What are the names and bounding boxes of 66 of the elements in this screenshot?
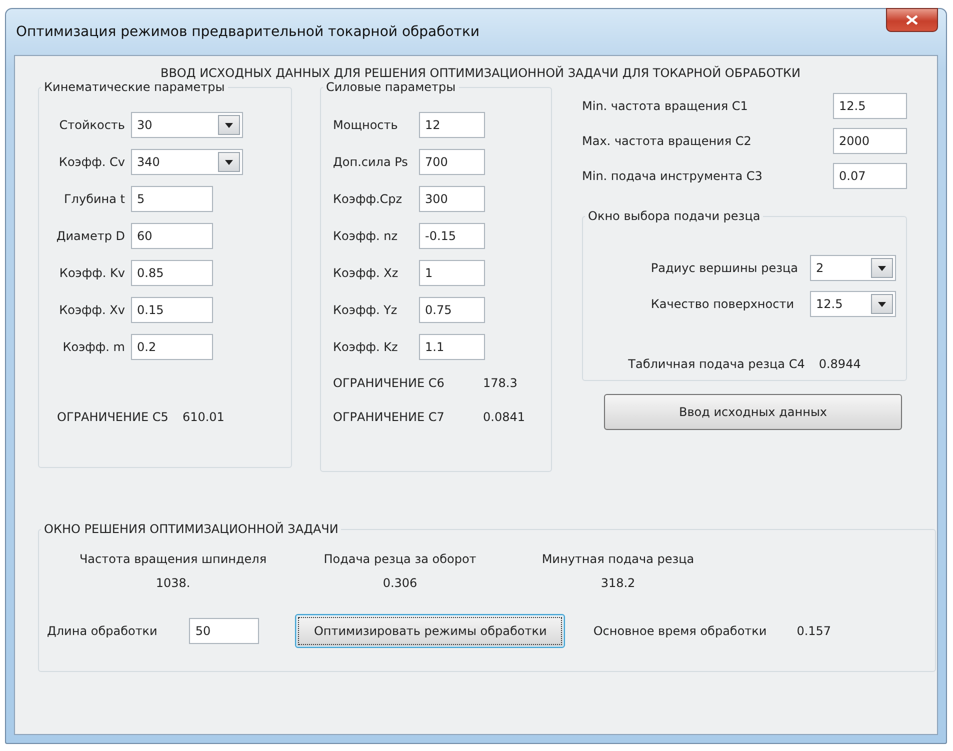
optimize-button[interactable]: Оптимизировать режимы обработки: [295, 614, 566, 648]
field-label: Длина обработки: [47, 624, 158, 638]
input-field[interactable]: 0.15: [131, 297, 213, 323]
field-label: Коэфф.Cpz: [333, 192, 402, 206]
limit-value: 610.01: [182, 410, 224, 424]
input-field[interactable]: 60: [131, 223, 213, 249]
input-field[interactable]: 0.2: [131, 334, 213, 360]
close-icon: [906, 15, 918, 25]
input-field[interactable]: 700: [419, 149, 485, 175]
field-label: Глубина t: [64, 192, 125, 206]
close-button[interactable]: [886, 8, 938, 32]
field-label: Min. частота вращения C1: [582, 98, 748, 112]
group-title: Окно выбора подачи резца: [587, 209, 762, 223]
input-field[interactable]: -0.15: [419, 223, 485, 249]
input-field[interactable]: 1: [419, 260, 485, 286]
group-title: Силовые параметры: [325, 80, 457, 94]
group-title: ОКНО РЕШЕНИЯ ОПТИМИЗАЦИОННОЙ ЗАДАЧИ: [43, 522, 340, 536]
field-label: Мощность: [333, 118, 398, 132]
field-label: Min. подача инструмента C3: [582, 168, 762, 182]
window-title: Оптимизация режимов предварительной токарной обработки: [16, 24, 480, 40]
result-value: 318.2: [600, 576, 636, 590]
input-field[interactable]: 0.75: [419, 297, 485, 323]
field-label: Качество поверхности: [650, 297, 796, 311]
group-title: Кинематические параметры: [43, 80, 226, 94]
field-label: Диаметр D: [56, 229, 125, 243]
result-value: 0.157: [796, 624, 832, 638]
input-field[interactable]: 0.07: [833, 162, 907, 188]
input-field[interactable]: 50: [189, 618, 260, 644]
dropdown[interactable]: 2: [810, 255, 896, 281]
result-value: 0.8944: [818, 357, 861, 371]
field-label: Коэфф. Xv: [59, 303, 125, 317]
limit-label: ОГРАНИЧЕНИЕ C5: [57, 410, 168, 424]
input-field[interactable]: 300: [419, 186, 485, 212]
result-label: Частота вращения шпинделя: [79, 552, 267, 566]
result-label: Минутная подача резца: [542, 552, 694, 566]
field-label: Радиус вершины резца: [650, 261, 798, 275]
input-field[interactable]: 2000: [833, 128, 907, 154]
dropdown[interactable]: 340: [131, 149, 243, 175]
field-label: Доп.сила Ps: [333, 155, 408, 169]
limit-value: 178.3: [483, 376, 518, 390]
field-label: Коэфф. Kv: [59, 266, 125, 280]
section-heading: ВВОД ИСХОДНЫХ ДАННЫХ ДЛЯ РЕШЕНИЯ ОПТИМИЗАЦИОННОЙ ЗАДАЧИ ДЛЯ ТОКАРНОЙ ОБРАБОТКИ: [159, 66, 802, 80]
dropdown[interactable]: 30: [131, 112, 243, 138]
field-label: Коэфф. m: [62, 340, 125, 354]
limit-label: ОГРАНИЧЕНИЕ C6: [333, 376, 446, 390]
input-field[interactable]: 12.5: [833, 92, 907, 118]
field-label: Коэфф. Cv: [58, 155, 125, 169]
input-field[interactable]: 1.1: [419, 334, 485, 360]
limit-label: ОГРАНИЧЕНИЕ C7: [333, 410, 446, 424]
field-label: Коэфф. nz: [333, 229, 398, 243]
input-field[interactable]: 12: [419, 112, 485, 138]
field-label: Max. частота вращения C2: [582, 134, 752, 148]
result-label: Табличная подача резца C4: [628, 357, 805, 371]
result-value: 0.306: [382, 576, 418, 590]
field-label: Коэфф. Xz: [333, 266, 398, 280]
result-value: 1038.: [156, 576, 190, 590]
result-label: Подача резца за оборот: [324, 552, 476, 566]
field-label: Стойкость: [59, 118, 125, 132]
limit-value: 0.0841: [483, 410, 525, 424]
result-label: Основное время обработки: [593, 624, 767, 638]
input-field[interactable]: 0.85: [131, 260, 213, 286]
field-label: Коэфф. Kz: [333, 340, 398, 354]
dropdown[interactable]: 12.5: [810, 291, 896, 317]
input-data-button[interactable]: Ввод исходных данных: [604, 394, 902, 430]
input-field[interactable]: 5: [131, 186, 213, 212]
field-label: Коэфф. Yz: [333, 303, 398, 317]
